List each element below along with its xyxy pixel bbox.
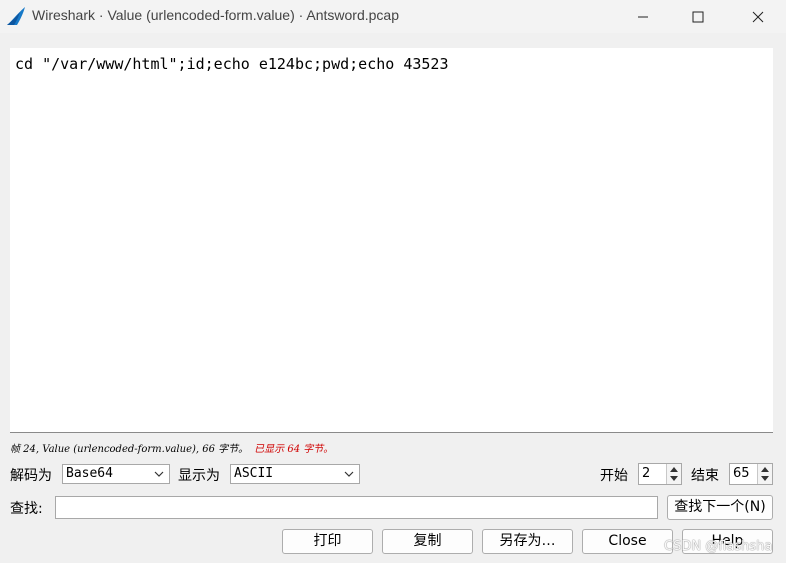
title-bar[interactable]: Wireshark · Value (urlencoded-form.value…: [0, 0, 786, 33]
value-text-area[interactable]: cd "/var/www/html";id;echo e124bc;pwd;ec…: [10, 48, 773, 433]
minimize-icon: [638, 16, 648, 17]
chevron-down-icon: [154, 471, 164, 477]
status-line: 帧 24, Value (urlencoded-form.value), 66 …: [10, 440, 333, 455]
close-window-button[interactable]: [735, 0, 781, 33]
spin-down-icon: [670, 476, 678, 481]
start-spin-buttons[interactable]: [666, 464, 681, 484]
spin-up-icon: [761, 467, 769, 472]
find-input[interactable]: [55, 496, 658, 519]
end-value: 65: [733, 466, 750, 481]
chevron-down-icon: [344, 471, 354, 477]
maximize-icon: [692, 11, 704, 22]
window-title: Wireshark · Value (urlencoded-form.value…: [32, 7, 400, 23]
find-label: 查找:: [10, 501, 43, 517]
wireshark-fin-icon: [6, 6, 26, 26]
start-spinbox[interactable]: 2: [638, 463, 682, 485]
save-as-button[interactable]: 另存为…: [482, 529, 573, 554]
spin-up-icon: [670, 467, 678, 472]
close-button[interactable]: Close: [582, 529, 673, 554]
decode-as-select[interactable]: Base64: [62, 464, 170, 484]
window: Wireshark · Value (urlencoded-form.value…: [0, 0, 786, 563]
start-label: 开始: [600, 468, 628, 484]
decode-as-label: 解码为: [10, 468, 52, 484]
close-icon: [752, 11, 764, 22]
end-spinbox[interactable]: 65: [729, 463, 773, 485]
find-next-button[interactable]: 查找下一个(N): [667, 495, 773, 520]
end-spin-buttons[interactable]: [757, 464, 772, 484]
show-as-value: ASCII: [234, 466, 274, 481]
status-bytes-shown: 已显示 64 字节。: [254, 444, 334, 455]
print-button[interactable]: 打印: [282, 529, 373, 554]
copy-button[interactable]: 复制: [382, 529, 473, 554]
show-as-label: 显示为: [178, 468, 220, 484]
minimize-button[interactable]: [620, 0, 666, 33]
value-text: cd "/var/www/html";id;echo e124bc;pwd;ec…: [15, 55, 449, 73]
end-label: 结束: [691, 468, 719, 484]
status-frame-info: 帧 24, Value (urlencoded-form.value), 66 …: [10, 444, 249, 455]
watermark: CSDN @flashsha: [664, 539, 773, 554]
maximize-button[interactable]: [675, 0, 721, 33]
show-as-select[interactable]: ASCII: [230, 464, 360, 484]
decode-as-value: Base64: [66, 466, 113, 481]
spin-down-icon: [761, 476, 769, 481]
start-value: 2: [642, 466, 651, 481]
